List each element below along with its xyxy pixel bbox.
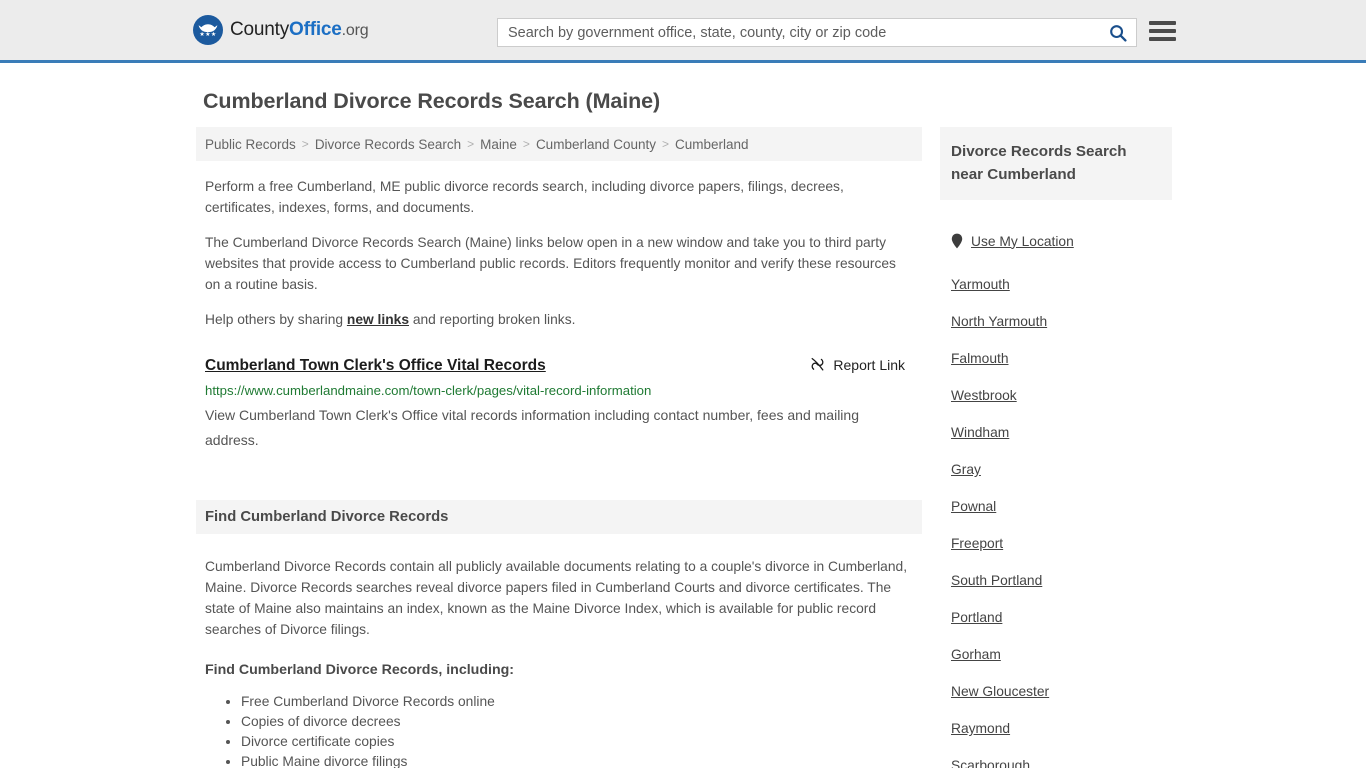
logo-text-county: County [230,19,290,40]
intro-help-paragraph: Help others by sharing new links and rep… [205,309,913,330]
sidebar-city-raymond[interactable]: Raymond [951,721,1161,736]
breadcrumb-separator-icon: > [522,137,530,151]
hamburger-bar-2 [1149,29,1176,33]
sidebar-city-yarmouth[interactable]: Yarmouth [951,277,1161,292]
use-my-location-link[interactable]: Use My Location [971,234,1074,249]
new-links-link[interactable]: new links [347,312,409,327]
eagle-shield-logo-icon: ★★★ [193,15,223,45]
sidebar-city-gray[interactable]: Gray [951,462,1161,477]
list-item: Copies of divorce decrees [241,712,913,732]
result-header-row: Cumberland Town Clerk's Office Vital Rec… [205,356,913,376]
search-bar[interactable] [497,18,1137,47]
search-icon [1110,24,1127,42]
report-link-label: Report Link [833,356,905,373]
breadcrumb-item-divorce-records-search[interactable]: Divorce Records Search [315,137,461,152]
sidebar-city-falmouth[interactable]: Falmouth [951,351,1161,366]
sidebar-city-scarborough[interactable]: Scarborough [951,758,1161,768]
sidebar-city-pownal[interactable]: Pownal [951,499,1161,514]
list-item: Divorce certificate copies [241,732,913,752]
report-link-button[interactable]: Report Link [809,356,913,373]
breadcrumb-item-cumberland-county[interactable]: Cumberland County [536,137,656,152]
intro-section: Perform a free Cumberland, ME public div… [196,176,922,330]
site-header: ★★★ CountyOffice.org [0,0,1366,63]
site-logo-text: CountyOffice.org [230,19,369,41]
logo-text-office: Office [289,19,342,40]
logo-text-org: .org [341,22,369,39]
page-title: Cumberland Divorce Records Search (Maine… [203,89,661,113]
list-item: Free Cumberland Divorce Records online [241,692,913,712]
find-records-list-heading: Find Cumberland Divorce Records, includi… [205,662,515,678]
hamburger-menu-icon [1149,21,1176,25]
intro-paragraph-2: The Cumberland Divorce Records Search (M… [205,235,896,292]
breadcrumb-separator-icon: > [301,137,309,151]
broken-link-icon [811,357,824,371]
sidebar-city-list: Use My Location Yarmouth North Yarmouth … [940,233,1172,768]
find-records-paragraph: Cumberland Divorce Records contain all p… [205,559,908,637]
sidebar-city-gorham[interactable]: Gorham [951,647,1161,662]
logo-stars: ★★★ [199,31,217,38]
sidebar-city-new-gloucester[interactable]: New Gloucester [951,684,1161,699]
intro-paragraph-1: Perform a free Cumberland, ME public div… [205,179,844,215]
sidebar-city-north-yarmouth[interactable]: North Yarmouth [951,314,1161,329]
map-pin-icon [951,233,963,249]
sidebar-city-portland[interactable]: Portland [951,610,1161,625]
search-input[interactable] [498,19,1100,46]
breadcrumb-item-public-records[interactable]: Public Records [205,137,296,152]
list-item: Public Maine divorce filings [241,752,913,768]
search-button[interactable] [1100,19,1136,46]
sidebar-city-south-portland[interactable]: South Portland [951,573,1161,588]
result-item: Cumberland Town Clerk's Office Vital Rec… [196,356,922,453]
hamburger-bar-3 [1149,37,1176,41]
sidebar-city-windham[interactable]: Windham [951,425,1161,440]
breadcrumb-separator-icon: > [467,137,475,151]
sidebar: Divorce Records Search near Cumberland U… [940,127,1172,768]
breadcrumb: Public Records > Divorce Records Search … [196,127,922,161]
sidebar-city-freeport[interactable]: Freeport [951,536,1161,551]
find-records-bullet-list: Free Cumberland Divorce Records online C… [205,692,913,768]
sidebar-city-westbrook[interactable]: Westbrook [951,388,1161,403]
result-description: View Cumberland Town Clerk's Office vita… [205,407,859,448]
result-title-link[interactable]: Cumberland Town Clerk's Office Vital Rec… [205,356,546,376]
main-content: Public Records > Divorce Records Search … [196,127,922,768]
result-url-link[interactable]: https://www.cumberlandmaine.com/town-cle… [205,382,913,400]
breadcrumb-separator-icon: > [662,137,670,151]
site-logo-link[interactable]: ★★★ CountyOffice.org [193,15,369,45]
breadcrumb-item-cumberland[interactable]: Cumberland [675,137,749,152]
help-suffix-text: and reporting broken links. [409,312,576,327]
breadcrumb-item-maine[interactable]: Maine [480,137,517,152]
find-records-section-body: Cumberland Divorce Records contain all p… [196,556,922,768]
find-records-section-heading: Find Cumberland Divorce Records [196,500,922,534]
hamburger-menu-button[interactable] [1149,19,1176,43]
use-my-location-row[interactable]: Use My Location [951,233,1161,249]
help-prefix-text: Help others by sharing [205,312,347,327]
sidebar-heading: Divorce Records Search near Cumberland [940,127,1172,200]
